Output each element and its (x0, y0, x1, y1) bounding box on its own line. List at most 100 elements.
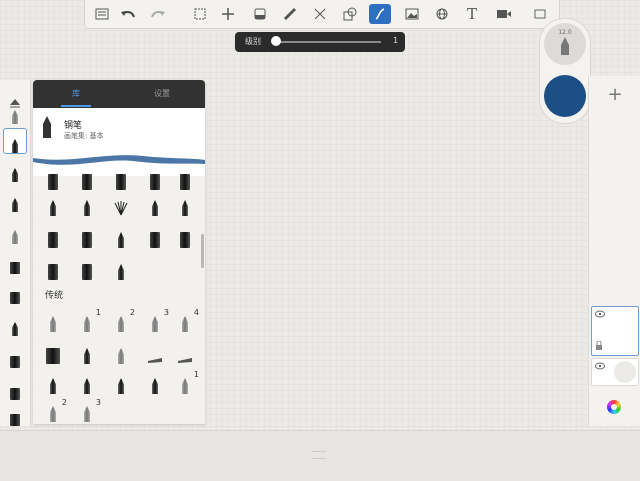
brush-cell[interactable] (79, 228, 95, 248)
brush-variant-number: 3 (95, 398, 101, 407)
brush-strip-item[interactable] (7, 102, 23, 124)
brush-cell[interactable] (113, 228, 129, 248)
brush-strip-item[interactable] (7, 378, 23, 400)
eye-icon[interactable] (595, 362, 605, 370)
brush-cell[interactable]: 2 (45, 398, 67, 422)
brush-strip-item-selected[interactable] (3, 128, 27, 154)
brush-library-panel: 库 设置 钢笔 画笔集: 基本 传统 1 2 3 4 1 2 3 (33, 80, 205, 424)
brush-cell[interactable]: 1 (79, 308, 101, 332)
selected-brush-card[interactable]: 钢笔 画笔集: 基本 (33, 108, 205, 176)
brush-strip-item[interactable] (7, 190, 23, 212)
brush-cell[interactable] (79, 344, 95, 364)
layer-thumbnail-1[interactable] (591, 306, 639, 356)
slider-label: 级别 (245, 37, 261, 46)
brush-grid: 传统 1 2 3 4 1 2 3 (33, 174, 205, 424)
layer-color-swatch (614, 361, 636, 383)
color-puck[interactable] (544, 75, 586, 117)
layer-fill-icon[interactable] (249, 4, 271, 24)
brush-strip (0, 80, 31, 426)
panel-tabs: 库 设置 (33, 80, 205, 108)
brush-cell[interactable] (147, 196, 163, 216)
brush-cell[interactable]: 2 (113, 308, 135, 332)
pen-nib-icon (43, 116, 51, 138)
undo-icon[interactable] (117, 4, 139, 24)
brush-strip-item[interactable] (7, 314, 23, 336)
perspective-icon[interactable] (431, 4, 453, 24)
brush-cell[interactable]: 3 (79, 398, 101, 422)
layers-panel: + (588, 76, 640, 426)
slider-track[interactable] (275, 41, 381, 43)
brush-strip-item[interactable] (7, 282, 23, 304)
brush-variant-number: 3 (163, 308, 169, 317)
brush-cell[interactable] (113, 170, 129, 190)
brush-variant-number: 1 (193, 370, 199, 379)
lock-icon[interactable] (595, 341, 603, 351)
layer-thumbnail-2[interactable] (591, 358, 639, 386)
redo-icon[interactable] (147, 4, 169, 24)
brush-cell[interactable] (45, 228, 61, 248)
video-icon[interactable] (493, 4, 515, 24)
brush-variant-number: 2 (129, 308, 135, 317)
brush-strip-item[interactable] (7, 160, 23, 182)
brush-size-puck[interactable]: 12.0 (544, 23, 586, 65)
brush-strip-item[interactable] (7, 346, 23, 368)
select-icon[interactable] (189, 4, 211, 24)
brush-strip-item[interactable] (7, 404, 23, 426)
brush-stroke-preview (33, 155, 205, 165)
brush-cell[interactable] (79, 260, 95, 280)
tab-settings[interactable]: 设置 (119, 80, 205, 108)
slider-knob[interactable] (271, 36, 281, 46)
slider-value: 1 (393, 36, 399, 45)
image-icon[interactable] (401, 4, 423, 24)
brush-cell[interactable] (177, 196, 193, 216)
selected-brush-set: 画笔集: 基本 (64, 132, 104, 140)
brush-strip-item[interactable] (7, 222, 23, 244)
brush-cell[interactable]: 4 (177, 308, 199, 332)
brush-icon[interactable] (369, 4, 391, 24)
brush-cell[interactable] (79, 196, 95, 216)
brush-size-slider[interactable]: 级别 1 (235, 32, 405, 52)
brush-strip-item[interactable] (7, 252, 23, 274)
brush-cell[interactable] (45, 170, 61, 190)
brush-puck: 12.0 (539, 18, 591, 124)
text-icon[interactable]: T (461, 4, 483, 24)
add-layer-button[interactable]: + (589, 80, 640, 110)
brush-cell[interactable] (177, 170, 193, 190)
tab-library[interactable]: 库 (33, 80, 119, 108)
brush-cell[interactable] (147, 374, 163, 394)
ruler-icon[interactable] (279, 4, 301, 24)
bottom-handle[interactable] (312, 451, 326, 459)
brush-cell[interactable] (45, 344, 61, 364)
brush-cell[interactable] (177, 344, 193, 364)
brush-cell[interactable] (79, 170, 95, 190)
brush-cell[interactable] (79, 374, 95, 394)
tab-underline (61, 105, 91, 107)
brush-cell[interactable]: 3 (147, 308, 169, 332)
brush-cell[interactable] (113, 344, 129, 364)
brush-cell[interactable] (45, 260, 61, 280)
fullscreen-icon[interactable] (529, 4, 551, 24)
brush-cell[interactable] (177, 228, 193, 248)
selected-brush-name: 钢笔 (64, 121, 83, 131)
brush-cell[interactable] (147, 344, 163, 364)
brush-cell[interactable] (45, 196, 61, 216)
shapes-icon[interactable] (339, 4, 361, 24)
eye-icon[interactable] (595, 310, 605, 318)
brush-cell[interactable] (147, 228, 163, 248)
list-icon[interactable] (91, 4, 113, 24)
symmetry-icon[interactable] (309, 4, 331, 24)
brush-list-scrollbar[interactable] (201, 234, 204, 268)
pen-nib-icon (561, 37, 569, 55)
brush-cell[interactable] (113, 374, 129, 394)
brush-cell[interactable] (45, 312, 61, 332)
transform-icon[interactable] (217, 4, 239, 24)
color-wheel-icon[interactable] (607, 400, 621, 414)
brush-cell[interactable] (147, 170, 163, 190)
top-toolbar: T (84, 0, 560, 29)
brush-variant-number: 1 (95, 308, 101, 317)
brush-cell[interactable] (113, 196, 129, 216)
brush-variant-number: 4 (193, 308, 199, 317)
brush-cell[interactable]: 1 (177, 370, 199, 394)
brush-cell[interactable] (45, 374, 61, 394)
brush-cell[interactable] (113, 260, 129, 280)
